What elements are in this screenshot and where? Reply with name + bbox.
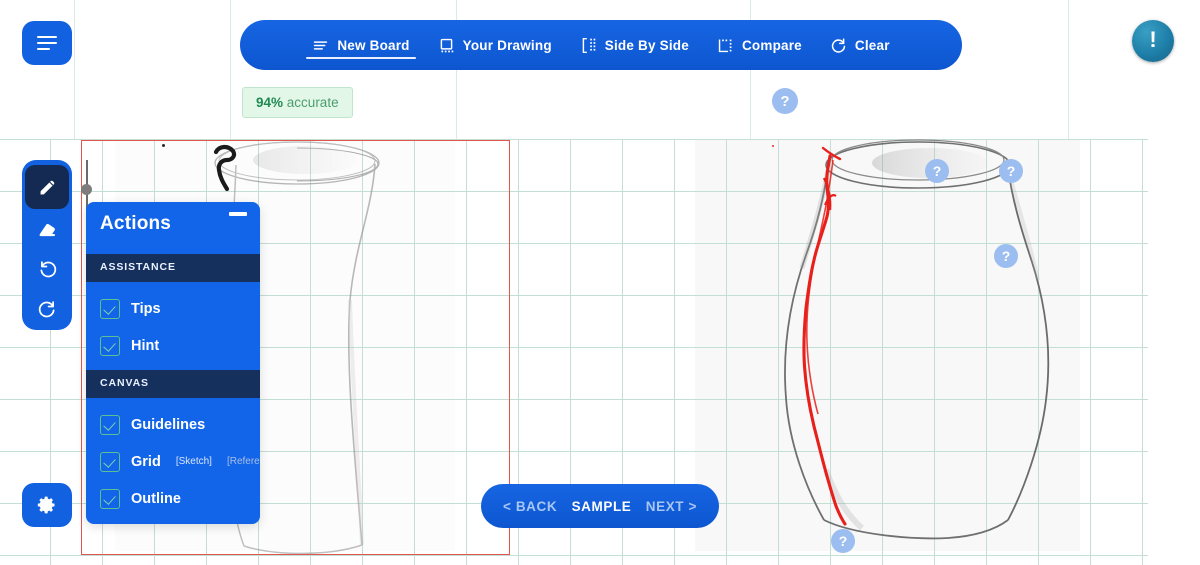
checkbox-outline[interactable]	[100, 488, 120, 509]
hint-marker-top[interactable]: ?	[772, 88, 798, 114]
drawing-board-app: New Board Your Drawing Side By Side Comp…	[0, 0, 1200, 565]
checkbox-hint[interactable]	[100, 335, 120, 356]
back-button[interactable]: < BACK	[503, 499, 557, 514]
option-guidelines[interactable]: Guidelines	[86, 406, 260, 443]
undo-icon	[40, 260, 56, 277]
accuracy-badge: 94% accurate	[242, 87, 353, 118]
tab-new-board[interactable]: New Board	[298, 20, 423, 70]
section-heading-canvas: CANVAS	[86, 370, 260, 398]
tab-label: Compare	[741, 37, 802, 53]
tab-your-drawing[interactable]: Your Drawing	[424, 20, 566, 70]
tab-label: Clear	[854, 37, 890, 53]
menu-button[interactable]	[22, 21, 72, 65]
hint-marker-rim-left[interactable]: ?	[925, 159, 949, 183]
exclamation-icon: !	[1149, 27, 1157, 52]
section-heading-assistance: ASSISTANCE	[86, 254, 260, 282]
hint-marker-base[interactable]: ?	[831, 529, 855, 553]
settings-button[interactable]	[22, 483, 72, 527]
red-trace-overlay	[802, 146, 847, 526]
canvas-options: Guidelines Grid [Sketch] [Reference] Out…	[86, 398, 260, 523]
undo-tool[interactable]	[25, 249, 69, 289]
gear-icon	[37, 496, 55, 514]
option-outline[interactable]: Outline	[86, 480, 260, 517]
checkbox-grid[interactable]	[100, 451, 120, 472]
accuracy-label: accurate	[286, 95, 339, 110]
sample-navigation: < BACK SAMPLE NEXT >	[481, 484, 719, 528]
checkbox-tips[interactable]	[100, 298, 120, 319]
tab-label: Side By Side	[604, 37, 689, 53]
tab-clear[interactable]: Clear	[816, 20, 904, 70]
pencil-icon	[40, 180, 54, 194]
compare-icon	[718, 39, 732, 52]
checkbox-guidelines[interactable]	[100, 414, 120, 435]
next-button[interactable]: NEXT >	[646, 499, 697, 514]
refresh-icon	[831, 37, 846, 53]
top-navigation-bar: New Board Your Drawing Side By Side Comp…	[240, 20, 962, 70]
tab-label: New Board	[337, 37, 410, 53]
option-label: Grid	[131, 453, 161, 470]
square-dots-icon	[440, 38, 453, 52]
hamburger-menu-icon	[37, 32, 57, 53]
option-label: Guidelines	[131, 416, 206, 433]
option-hint[interactable]: Hint	[86, 327, 260, 364]
redo-icon	[38, 300, 54, 317]
option-grid[interactable]: Grid [Sketch] [Reference]	[86, 443, 260, 480]
option-label: Outline	[131, 490, 181, 507]
panel-title: Actions	[100, 213, 172, 234]
tool-palette	[22, 160, 72, 330]
alert-button[interactable]: !	[1132, 20, 1174, 62]
tab-compare[interactable]: Compare	[703, 20, 816, 70]
hint-marker-shoulder[interactable]: ?	[994, 244, 1018, 268]
tab-label: Your Drawing	[462, 37, 552, 53]
split-panel-icon	[582, 37, 596, 53]
eraser-tool[interactable]	[25, 209, 69, 249]
option-label: Tips	[131, 300, 161, 317]
accuracy-value: 94%	[256, 95, 284, 110]
lines-icon	[314, 40, 328, 50]
assistance-options: Tips Hint	[86, 282, 260, 370]
grid-tag-sketch[interactable]: [Sketch]	[176, 456, 212, 467]
redo-tool[interactable]	[25, 289, 69, 329]
eraser-icon	[39, 223, 55, 236]
tab-side-by-side[interactable]: Side By Side	[566, 20, 703, 70]
grid-tag-reference[interactable]: [Reference]	[227, 456, 260, 467]
pencil-tool[interactable]	[25, 165, 69, 209]
reference-vase	[784, 139, 1050, 540]
option-tips[interactable]: Tips	[86, 290, 260, 327]
actions-panel-header: Actions	[86, 202, 260, 254]
actions-panel: Actions ASSISTANCE Tips Hint CANVAS Guid…	[86, 202, 260, 524]
minimize-icon[interactable]	[229, 212, 247, 216]
option-label: Hint	[131, 337, 160, 354]
hint-marker-rim-right[interactable]: ?	[999, 159, 1023, 183]
sample-label[interactable]: SAMPLE	[572, 499, 632, 514]
